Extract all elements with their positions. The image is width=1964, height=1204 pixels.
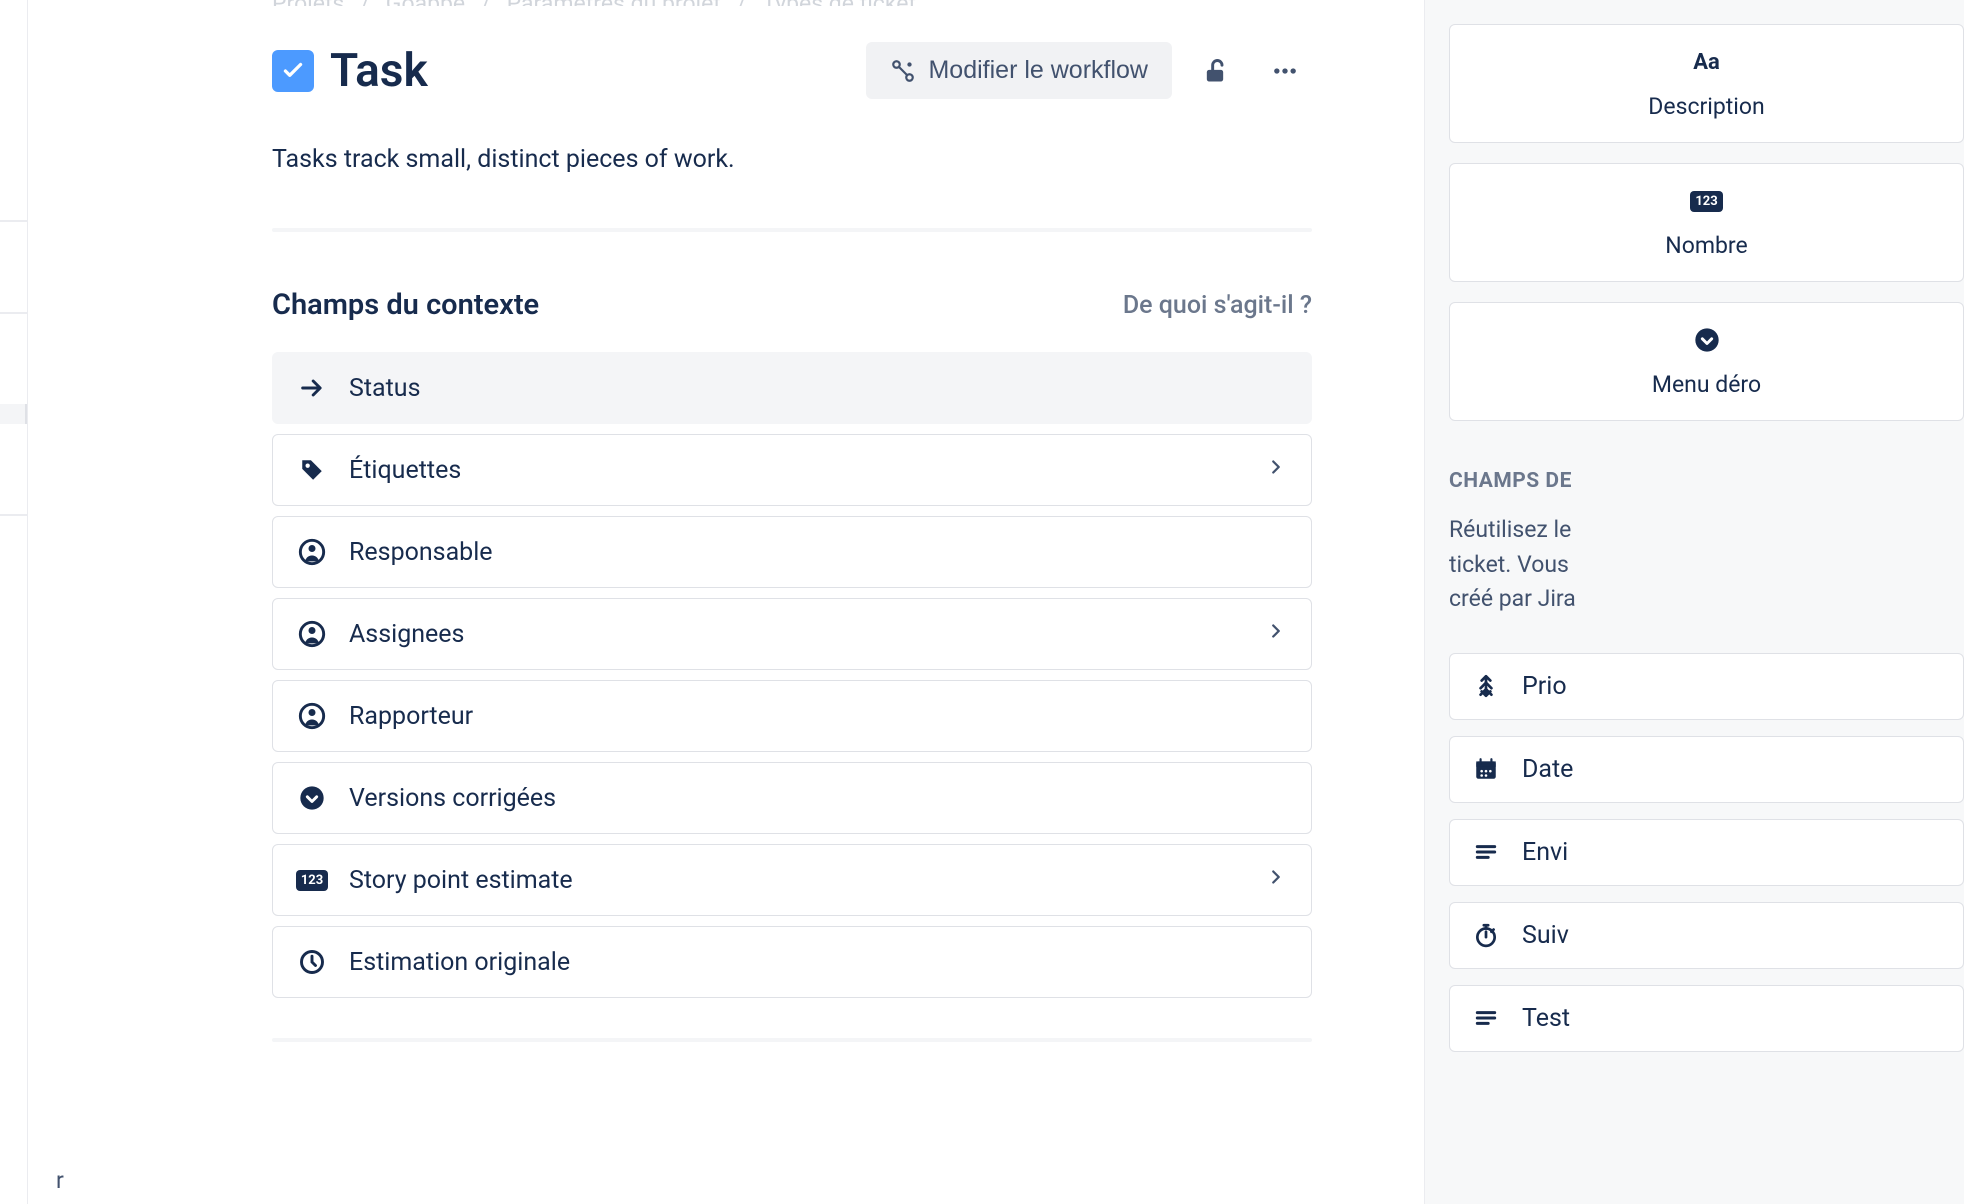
suggested-field-row[interactable]: Date <box>1449 736 1964 803</box>
context-field-row[interactable]: 123 Story point estimate <box>272 844 1312 916</box>
field-type-label: Menu déro <box>1652 371 1761 398</box>
edit-workflow-button[interactable]: Modifier le workflow <box>866 42 1172 99</box>
field-label: Étiquettes <box>349 456 1243 485</box>
person-icon <box>297 619 327 649</box>
desc-line: Réutilisez le <box>1449 516 1571 543</box>
context-field-row[interactable]: Assignees <box>272 598 1312 670</box>
field-type-card[interactable]: 123 Nombre <box>1449 163 1964 282</box>
number-badge-icon: 123 <box>1692 186 1722 216</box>
calendar-icon <box>1472 755 1500 783</box>
suggested-field-label: Prio <box>1522 672 1567 701</box>
dropdown-icon <box>1692 325 1722 355</box>
field-type-card[interactable]: Aa Description <box>1449 24 1964 143</box>
suggested-fields-list: Prio Date Envi Suiv Test <box>1449 653 1964 1052</box>
context-fields-title: Champs du contexte <box>272 288 539 322</box>
person-icon <box>297 701 327 731</box>
lines-icon <box>1472 838 1500 866</box>
text-aa-icon: Aa <box>1692 47 1722 77</box>
context-help-link[interactable]: De quoi s'agit-il ? <box>1123 291 1312 320</box>
divider <box>272 1038 1312 1042</box>
suggested-fields-title: CHAMPS DE <box>1449 469 1964 493</box>
chevron-right-icon <box>1265 456 1287 485</box>
field-label: Estimation originale <box>349 948 1287 977</box>
suggested-field-row[interactable]: Suiv <box>1449 902 1964 969</box>
context-field-row[interactable]: Responsable <box>272 516 1312 588</box>
more-icon <box>1271 57 1299 85</box>
person-icon <box>297 537 327 567</box>
breadcrumb-item[interactable]: Projets <box>272 0 344 6</box>
field-type-card[interactable]: Menu déro <box>1449 302 1964 421</box>
breadcrumb-sep: / <box>360 0 370 6</box>
number-badge-icon: 123 <box>297 865 327 895</box>
context-field-row[interactable]: Étiquettes <box>272 434 1312 506</box>
tag-icon <box>297 455 327 485</box>
chevron-right-icon <box>1265 620 1287 649</box>
suggested-field-label: Test <box>1522 1004 1570 1033</box>
suggested-field-row[interactable]: Test <box>1449 985 1964 1052</box>
breadcrumb-sep: / <box>737 0 747 6</box>
rail-divider <box>0 220 27 222</box>
breadcrumb-item[interactable]: Paramètres du projet <box>507 0 721 6</box>
context-field-row[interactable]: Versions corrigées <box>272 762 1312 834</box>
field-label: Versions corrigées <box>349 784 1287 813</box>
field-label: Story point estimate <box>349 866 1243 895</box>
suggested-fields-desc: Réutilisez le ticket. Vous créé par Jira <box>1449 513 1964 617</box>
right-panel: Aa Description 123 Nombre Menu déro CHAMPS D… <box>1424 0 1964 1204</box>
desc-line: ticket. Vous <box>1449 551 1569 578</box>
desc-line: créé par Jira <box>1449 585 1576 612</box>
breadcrumb[interactable]: Projets / Goappe / Paramètres du projet … <box>272 0 1312 6</box>
suggested-field-row[interactable]: Envi <box>1449 819 1964 886</box>
left-rail <box>0 0 28 1204</box>
field-type-label: Description <box>1648 93 1764 120</box>
issue-type-description: Tasks track small, distinct pieces of wo… <box>272 145 1312 174</box>
stopwatch-icon <box>1472 921 1500 949</box>
context-field-row[interactable]: Status <box>272 352 1312 424</box>
lock-button[interactable] <box>1188 44 1242 98</box>
rail-divider <box>0 514 27 516</box>
divider <box>272 228 1312 232</box>
context-fields-list: Status Étiquettes Responsable Assignees Rapp… <box>272 352 1312 998</box>
field-label: Status <box>349 374 1287 403</box>
workflow-icon <box>890 58 916 84</box>
main-panel: Projets / Goappe / Paramètres du projet … <box>28 0 1424 1204</box>
field-label: Assignees <box>349 620 1243 649</box>
dropdown-icon <box>297 783 327 813</box>
edit-workflow-label: Modifier le workflow <box>928 56 1148 85</box>
arrow-right-icon <box>297 373 327 403</box>
field-label: Rapporteur <box>349 702 1287 731</box>
clock-icon <box>297 947 327 977</box>
task-type-icon <box>272 50 314 92</box>
field-type-label: Nombre <box>1665 232 1747 259</box>
truncated-text: r <box>56 1167 64 1204</box>
field-type-cards: Aa Description 123 Nombre Menu déro <box>1449 24 1964 421</box>
chevron-right-icon <box>1265 866 1287 895</box>
breadcrumb-item[interactable]: Goappe <box>386 0 465 6</box>
suggested-field-label: Date <box>1522 755 1573 784</box>
unlock-icon <box>1201 57 1229 85</box>
breadcrumb-sep: / <box>481 0 491 6</box>
rail-divider <box>0 312 27 314</box>
field-label: Responsable <box>349 538 1287 567</box>
suggested-field-row[interactable]: Prio <box>1449 653 1964 720</box>
page-title: Task <box>330 44 850 98</box>
breadcrumb-item[interactable]: Types de ticket <box>762 0 916 6</box>
lines-icon <box>1472 1004 1500 1032</box>
rail-divider-active <box>0 404 27 424</box>
context-field-row[interactable]: Rapporteur <box>272 680 1312 752</box>
suggested-field-label: Suiv <box>1522 921 1569 950</box>
suggested-field-label: Envi <box>1522 838 1568 867</box>
priority-icon <box>1472 672 1500 700</box>
more-actions-button[interactable] <box>1258 44 1312 98</box>
context-field-row[interactable]: Estimation originale <box>272 926 1312 998</box>
